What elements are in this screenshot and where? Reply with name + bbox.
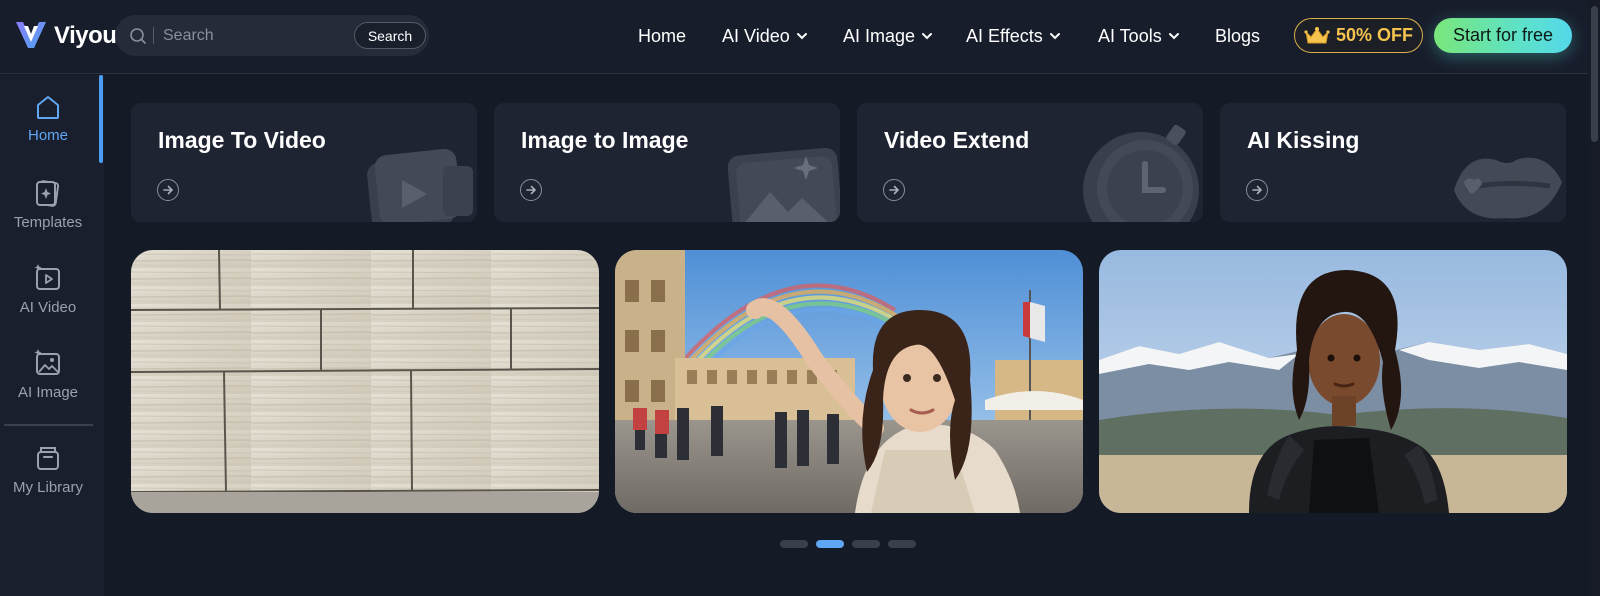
viyou-logo[interactable]: Viyou xyxy=(14,18,117,54)
arrow-right-icon xyxy=(520,179,542,201)
lips-icon xyxy=(1454,157,1562,219)
search-icon xyxy=(130,28,146,44)
templates-icon xyxy=(36,180,60,207)
mountain-portrait-image xyxy=(1099,250,1567,513)
nav-ai-tools-label: AI Tools xyxy=(1098,25,1162,46)
nav-ai-effects[interactable]: AI Effects xyxy=(966,22,1061,50)
nav-ai-image[interactable]: AI Image xyxy=(843,22,933,50)
carousel-pagination xyxy=(780,540,916,548)
card-ai-kissing[interactable]: AI Kissing xyxy=(1220,103,1566,222)
sidebar-item-my-library[interactable]: My Library xyxy=(0,443,96,496)
card-title: Image To Video xyxy=(158,127,326,153)
sidebar-item-ai-image[interactable]: AI Image xyxy=(0,348,96,401)
chevron-down-icon xyxy=(796,33,807,40)
logo-text: Viyou xyxy=(54,22,117,49)
stone-wall-image xyxy=(131,250,599,513)
top-header: Viyou Search Home AI Video AI Image AI E… xyxy=(0,0,1600,74)
search-input[interactable] xyxy=(163,21,343,50)
start-for-free-button[interactable]: Start for free xyxy=(1434,18,1572,53)
arrow-right-icon xyxy=(1246,179,1268,201)
image-sparkle-icon xyxy=(727,147,840,222)
card-image-to-image[interactable]: Image to Image xyxy=(494,103,840,222)
home-icon xyxy=(37,96,59,119)
left-sidebar: Home Templates AI Video AI Image My Libr… xyxy=(0,75,104,596)
stopwatch-icon xyxy=(1083,124,1199,222)
offer-badge[interactable]: 50% OFF xyxy=(1294,18,1423,53)
active-indicator xyxy=(99,75,103,163)
card-title: AI Kissing xyxy=(1247,127,1360,153)
offer-label: 50% OFF xyxy=(1335,25,1414,45)
nav-home[interactable]: Home xyxy=(638,22,686,50)
sidebar-item-ai-video[interactable]: AI Video xyxy=(0,263,96,316)
page-scrollbar-thumb[interactable] xyxy=(1591,6,1598,142)
sidebar-divider xyxy=(4,424,93,426)
carousel-dot[interactable] xyxy=(852,540,880,548)
carousel-dot[interactable] xyxy=(780,540,808,548)
arrow-right-icon xyxy=(883,179,905,201)
sidebar-item-label: AI Image xyxy=(17,384,79,401)
stone-wall-slide[interactable] xyxy=(131,250,599,513)
ai-image-icon xyxy=(34,349,60,375)
chevron-down-icon xyxy=(1049,33,1060,40)
nav-home-label: Home xyxy=(638,25,687,46)
arrow-right-icon xyxy=(157,179,179,201)
nav-blogs-label: Blogs xyxy=(1215,25,1261,46)
sidebar-item-label: Templates xyxy=(13,214,83,231)
rainbow-selfie-slide[interactable] xyxy=(615,250,1083,513)
ai-video-icon xyxy=(34,264,60,290)
search-divider xyxy=(153,27,154,44)
nav-ai-image-label: AI Image xyxy=(843,25,916,46)
card-title: Image to Image xyxy=(521,127,689,153)
nav-ai-video-label: AI Video xyxy=(722,25,790,46)
carousel-dot-active[interactable] xyxy=(816,540,844,548)
nav-blogs[interactable]: Blogs xyxy=(1215,22,1260,50)
card-title: Video Extend xyxy=(884,127,1030,153)
sidebar-item-label: Home xyxy=(27,127,68,144)
library-icon xyxy=(37,447,59,470)
nav-ai-video[interactable]: AI Video xyxy=(722,22,808,50)
nav-ai-tools[interactable]: AI Tools xyxy=(1098,22,1180,50)
sidebar-item-home[interactable]: Home xyxy=(0,93,96,144)
sidebar-item-label: My Library xyxy=(12,479,83,496)
mountain-portrait-slide[interactable] xyxy=(1099,250,1567,513)
carousel-dot[interactable] xyxy=(888,540,916,548)
crown-icon xyxy=(1304,26,1330,43)
video-play-icon xyxy=(367,148,473,222)
card-video-extend[interactable]: Video Extend xyxy=(857,103,1203,222)
chevron-down-icon xyxy=(1168,33,1179,40)
chevron-down-icon xyxy=(922,33,933,40)
card-image-to-video[interactable]: Image To Video xyxy=(131,103,477,222)
search-bar: Search xyxy=(115,15,429,56)
rainbow-selfie-image xyxy=(615,250,1083,513)
sidebar-item-label: AI Video xyxy=(19,299,77,316)
logo-mark-icon xyxy=(16,22,46,48)
nav-ai-effects-label: AI Effects xyxy=(966,25,1043,46)
sidebar-item-templates[interactable]: Templates xyxy=(0,178,96,231)
search-button[interactable]: Search xyxy=(354,22,426,49)
